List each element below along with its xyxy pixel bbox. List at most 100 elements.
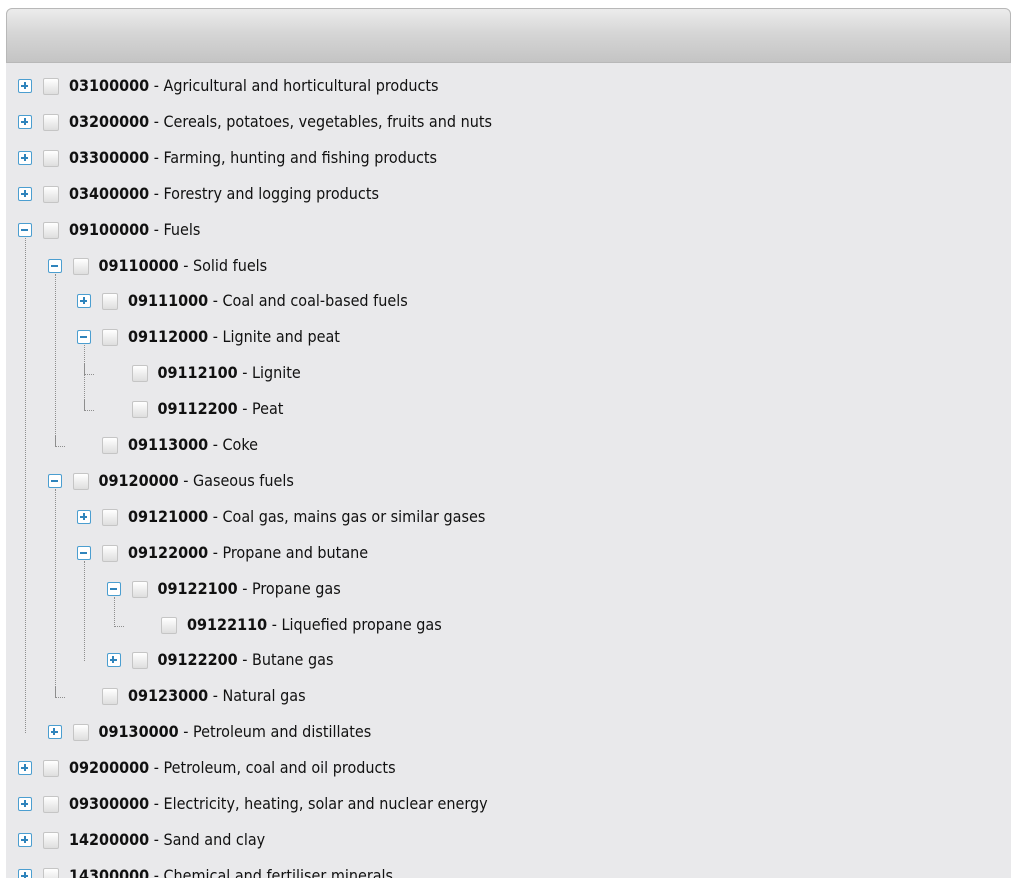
tree-item-label: 09100000 - Fuels xyxy=(69,220,200,240)
tree-item-checkbox[interactable] xyxy=(102,329,118,347)
tree-item-checkbox[interactable] xyxy=(43,796,59,813)
tree-item-checkbox[interactable] xyxy=(161,616,177,634)
tree-item-09130000[interactable]: 09130000 - Petroleum and distillates xyxy=(6,716,1011,752)
tree-item-checkbox[interactable] xyxy=(131,365,148,383)
expand-plus-icon[interactable] xyxy=(18,797,32,811)
collapse-minus-icon[interactable] xyxy=(77,330,91,345)
expand-plus-icon[interactable] xyxy=(18,186,32,201)
tree-item-separator: - xyxy=(208,542,223,562)
tree-item-09113000[interactable]: 09113000 - Coke xyxy=(6,429,1011,465)
tree-item-code: 14200000 xyxy=(69,829,150,849)
tree-item-checkbox[interactable] xyxy=(102,544,118,562)
expand-plus-icon[interactable] xyxy=(18,150,32,165)
tree-item-separator: - xyxy=(178,722,193,742)
tree-item-code: 09112000 xyxy=(128,327,209,347)
tree-item-checkbox[interactable] xyxy=(43,831,59,849)
tree-item-checkbox[interactable] xyxy=(102,688,118,706)
tree-item-09122000[interactable]: 09122000 - Propane and butane xyxy=(6,537,1011,573)
expand-plus-icon[interactable] xyxy=(106,653,121,668)
expand-plus-icon[interactable] xyxy=(18,79,32,93)
tree-item-separator: - xyxy=(149,758,164,778)
tree-item-09112000[interactable]: 09112000 - Lignite and peat xyxy=(6,321,1011,357)
tree-item-separator: - xyxy=(208,506,223,526)
tree-item-description: Forestry and logging products xyxy=(163,183,379,203)
tree-item-09300000[interactable]: 09300000 - Electricity, heating, solar a… xyxy=(6,788,1011,824)
tree-item-label: 09112200 - Peat xyxy=(158,399,284,419)
tree-item-03100000[interactable]: 03100000 - Agricultural and horticultura… xyxy=(6,70,1011,106)
tree-item-03400000[interactable]: 03400000 - Forestry and logging products xyxy=(6,178,1011,214)
tree-item-description: Sand and clay xyxy=(163,829,266,849)
tree-item-checkbox[interactable] xyxy=(102,437,118,454)
tree-item-checkbox[interactable] xyxy=(43,867,59,878)
tree-item-checkbox[interactable] xyxy=(43,760,59,778)
tree-item-14200000[interactable]: 14200000 - Sand and clay xyxy=(6,824,1011,860)
collapse-minus-icon[interactable] xyxy=(47,258,62,273)
tree-item-code: 09110000 xyxy=(98,255,179,275)
tree-item-checkbox[interactable] xyxy=(131,401,148,419)
expand-plus-icon[interactable] xyxy=(18,832,32,847)
collapse-minus-icon[interactable] xyxy=(47,473,62,488)
tree-item-checkbox[interactable] xyxy=(102,508,118,526)
tree-item-description: Gaseous fuels xyxy=(192,470,294,490)
tree-item-description: Lignite and peat xyxy=(222,327,340,347)
tree-item-09111000[interactable]: 09111000 - Coal and coal-based fuels xyxy=(6,285,1011,321)
tree-item-checkbox[interactable] xyxy=(43,113,59,131)
tree-item-checkbox[interactable] xyxy=(43,149,59,167)
tree-item-09112200[interactable]: 09112200 - Peat xyxy=(6,393,1011,429)
tree-item-09100000[interactable]: 09100000 - Fuels xyxy=(6,214,1011,250)
tree-item-09200000[interactable]: 09200000 - Petroleum, coal and oil produ… xyxy=(6,752,1011,788)
collapse-minus-icon[interactable] xyxy=(106,581,121,596)
tree-item-separator: - xyxy=(267,614,282,634)
panel-header xyxy=(6,8,1011,63)
tree-item-label: 09123000 - Natural gas xyxy=(128,686,306,706)
expand-plus-icon[interactable] xyxy=(77,509,91,524)
tree-item-description: Solid fuels xyxy=(192,255,268,275)
tree-item-09120000[interactable]: 09120000 - Gaseous fuels xyxy=(6,465,1011,501)
tree-item-09122200[interactable]: 09122200 - Butane gas xyxy=(6,644,1011,680)
tree-item-description: Butane gas xyxy=(251,650,334,670)
tree-item-checkbox[interactable] xyxy=(43,78,59,95)
tree-item-label: 09122110 - Liquefied propane gas xyxy=(187,615,442,635)
tree-item-checkbox[interactable] xyxy=(72,472,89,490)
tree-item-checkbox[interactable] xyxy=(72,724,89,742)
tree-item-description: Chemical and fertiliser minerals xyxy=(163,865,394,878)
tree-item-checkbox[interactable] xyxy=(43,185,59,203)
tree-item-checkbox[interactable] xyxy=(43,221,59,239)
tree-item-09110000[interactable]: 09110000 - Solid fuels xyxy=(6,250,1011,286)
tree-item-03300000[interactable]: 03300000 - Farming, hunting and fishing … xyxy=(6,142,1011,178)
tree-item-14300000[interactable]: 14300000 - Chemical and fertiliser miner… xyxy=(6,860,1011,878)
tree-item-09122100[interactable]: 09122100 - Propane gas xyxy=(6,573,1011,609)
collapse-minus-icon[interactable] xyxy=(18,222,32,237)
tree-item-checkbox[interactable] xyxy=(102,293,118,311)
expand-plus-icon[interactable] xyxy=(18,114,32,129)
tree-item-code: 03200000 xyxy=(69,111,150,131)
collapse-minus-icon[interactable] xyxy=(77,545,91,560)
expand-plus-icon[interactable] xyxy=(47,725,62,740)
tree-item-code: 14300000 xyxy=(69,865,150,878)
expand-plus-icon[interactable] xyxy=(77,294,91,309)
tree-item-label: 09113000 - Coke xyxy=(128,435,258,455)
tree-item-description: Coke xyxy=(222,435,258,454)
tree-item-code: 09100000 xyxy=(69,219,150,239)
tree-item-03200000[interactable]: 03200000 - Cereals, potatoes, vegetables… xyxy=(6,106,1011,142)
tree-item-separator: - xyxy=(149,219,164,239)
tree-item-label: 03300000 - Farming, hunting and fishing … xyxy=(69,148,437,168)
tree-item-09112100[interactable]: 09112100 - Lignite xyxy=(6,357,1011,393)
expand-plus-icon[interactable] xyxy=(18,868,32,878)
tree-item-09123000[interactable]: 09123000 - Natural gas xyxy=(6,680,1011,716)
tree-item-label: 09122000 - Propane and butane xyxy=(128,543,368,563)
tree-item-label: 09200000 - Petroleum, coal and oil produ… xyxy=(69,758,396,778)
expand-plus-icon[interactable] xyxy=(18,761,32,776)
tree-item-description: Farming, hunting and fishing products xyxy=(163,147,438,167)
tree-item-09122110[interactable]: 09122110 - Liquefied propane gas xyxy=(6,609,1011,645)
tree-item-label: 14300000 - Chemical and fertiliser miner… xyxy=(69,866,393,878)
tree-item-description: Propane gas xyxy=(251,578,341,598)
tree-item-description: Coal gas, mains gas or similar gases xyxy=(222,506,486,526)
tree-item-code: 09112100 xyxy=(157,363,238,383)
tree-item-checkbox[interactable] xyxy=(72,257,89,275)
tree-item-checkbox[interactable] xyxy=(131,652,148,670)
tree-item-checkbox[interactable] xyxy=(131,580,148,598)
tree-item-09121000[interactable]: 09121000 - Coal gas, mains gas or simila… xyxy=(6,501,1011,537)
tree-item-separator: - xyxy=(208,686,223,706)
tree-item-description: Natural gas xyxy=(222,686,306,706)
